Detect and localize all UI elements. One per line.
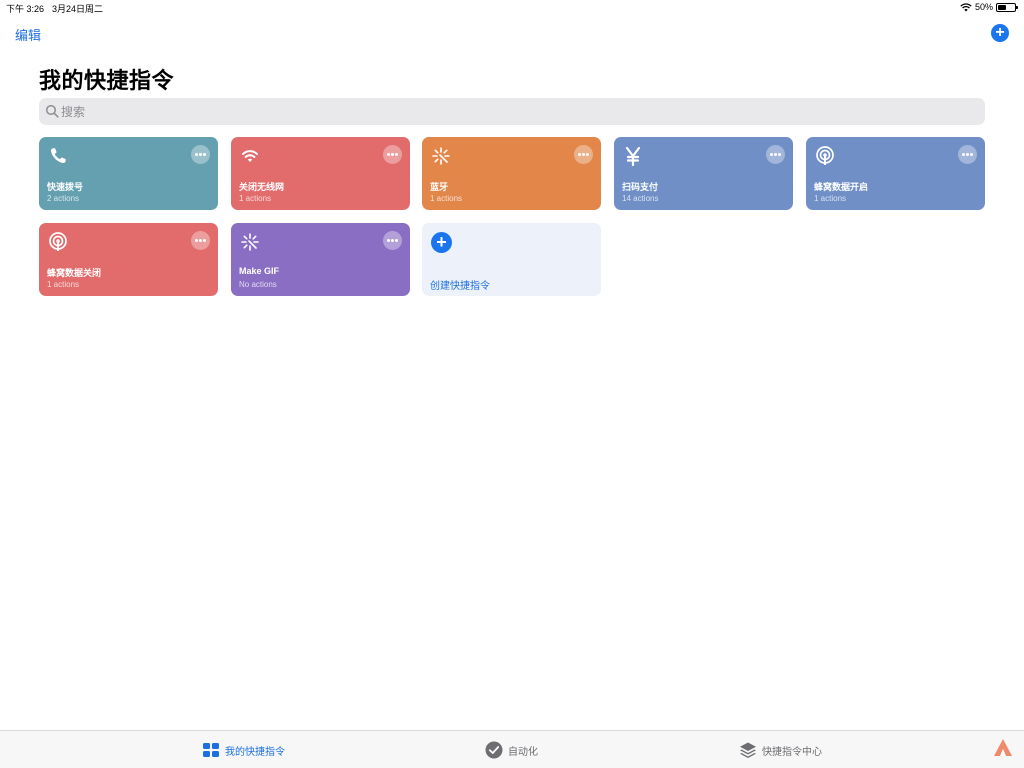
- app-logo-icon: [994, 739, 1012, 756]
- edit-button[interactable]: 编辑: [15, 25, 41, 44]
- tab-bar: 我的快捷指令 自动化 快捷指令中心: [0, 730, 1024, 768]
- status-right: 50%: [960, 2, 1018, 12]
- more-options-button[interactable]: [383, 145, 402, 164]
- shortcut-card-cellular-off[interactable]: 蜂窝数据关闭 1 actions: [39, 223, 218, 296]
- add-shortcut-button[interactable]: +: [991, 24, 1009, 42]
- shortcut-action-count: 1 actions: [814, 194, 847, 203]
- more-options-button[interactable]: [574, 145, 593, 164]
- shortcut-action-count: No actions: [239, 280, 277, 289]
- tab-automation[interactable]: 自动化: [485, 741, 538, 759]
- sparkle-icon: [241, 233, 259, 251]
- more-options-button[interactable]: [383, 231, 402, 250]
- shortcut-card-turn-off-wifi[interactable]: 关闭无线网 1 actions: [231, 137, 410, 210]
- page-title: 我的快捷指令: [39, 68, 175, 93]
- search-input[interactable]: [61, 98, 961, 125]
- shortcut-name: 蜂窝数据关闭: [47, 268, 102, 278]
- shortcut-action-count: 1 actions: [47, 280, 80, 289]
- grid-icon: [203, 743, 219, 757]
- shortcut-card-cellular-on[interactable]: 蜂窝数据开启 1 actions: [806, 137, 985, 210]
- cellular-icon: [816, 146, 834, 165]
- tab-gallery[interactable]: 快捷指令中心: [739, 741, 822, 759]
- status-date: 3月24日周二: [52, 4, 104, 14]
- phone-icon: [50, 148, 66, 164]
- search-bar[interactable]: [39, 98, 985, 125]
- layers-icon: [740, 742, 756, 758]
- create-shortcut-card[interactable]: + 创建快捷指令: [422, 223, 601, 296]
- tab-label: 快捷指令中心: [762, 746, 822, 758]
- shortcut-name: Make GIF: [239, 266, 280, 276]
- more-options-button[interactable]: [191, 231, 210, 250]
- battery-percent: 50%: [974, 2, 993, 12]
- shortcut-name: 蜂窝数据开启: [814, 182, 869, 192]
- cellular-icon: [49, 232, 67, 251]
- wifi-status-icon: [960, 2, 972, 11]
- more-options-button[interactable]: [958, 145, 977, 164]
- shortcut-card-scan-pay[interactable]: 扫码支付 14 actions: [614, 137, 793, 210]
- status-bar: 下午 3:26 3月24日周二 50%: [0, 0, 1024, 14]
- shortcut-action-count: 1 actions: [239, 194, 272, 203]
- battery-fill: [998, 4, 1006, 10]
- battery-icon: [996, 2, 1018, 12]
- tab-label: 自动化: [508, 746, 538, 758]
- check-circle-icon: [485, 741, 503, 759]
- shortcut-card-speed-dial[interactable]: 快速拨号 2 actions: [39, 137, 218, 210]
- shortcut-name: 蓝牙: [430, 182, 449, 192]
- create-shortcut-label: 创建快捷指令: [430, 281, 490, 292]
- status-time: 下午 3:26: [6, 4, 45, 14]
- plus-icon: +: [431, 232, 452, 253]
- shortcut-action-count: 14 actions: [622, 194, 659, 203]
- shortcut-name: 关闭无线网: [239, 182, 285, 192]
- shortcut-name: 扫码支付: [622, 182, 659, 192]
- yen-icon: [625, 146, 641, 166]
- shortcut-action-count: 2 actions: [47, 194, 80, 203]
- wifi-icon: [242, 150, 258, 162]
- sparkle-icon: [432, 147, 450, 165]
- tab-label: 我的快捷指令: [225, 746, 285, 758]
- shortcut-action-count: 1 actions: [430, 194, 463, 203]
- more-options-button[interactable]: [766, 145, 785, 164]
- shortcut-card-bluetooth[interactable]: 蓝牙 1 actions: [422, 137, 601, 210]
- shortcut-name: 快速拨号: [47, 182, 84, 192]
- shortcut-card-make-gif[interactable]: Make GIF No actions: [231, 223, 410, 296]
- more-options-button[interactable]: [191, 145, 210, 164]
- tab-my-shortcuts[interactable]: 我的快捷指令: [202, 741, 285, 759]
- search-icon: [45, 104, 59, 118]
